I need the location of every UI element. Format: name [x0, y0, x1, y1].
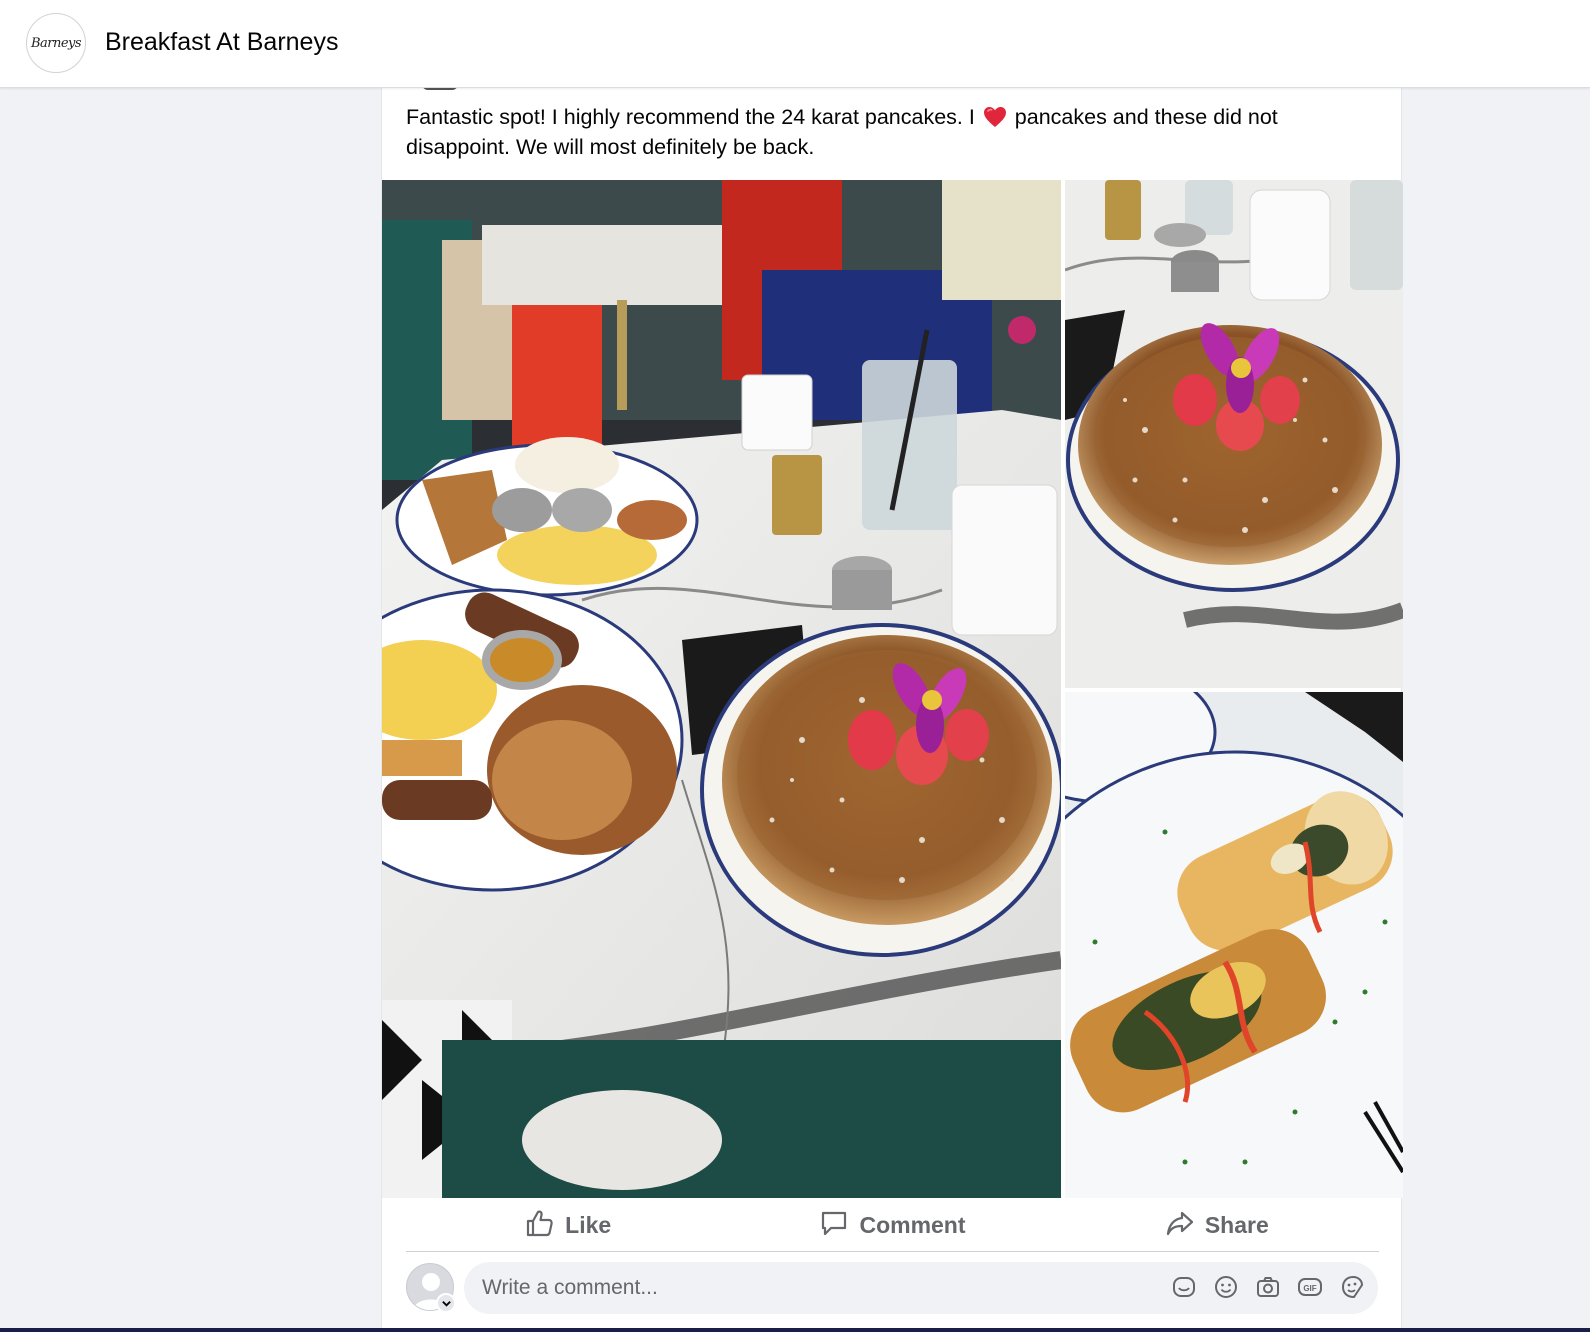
- post-card: Fantastic spot! I highly recommend the 2…: [381, 88, 1403, 1332]
- photo-grid: [382, 180, 1403, 1198]
- post-text-part-1: Fantastic spot! I highly recommend the 2…: [406, 105, 981, 129]
- egg-rolls-photo[interactable]: [1065, 692, 1403, 1198]
- comment-composer: GIF: [406, 1262, 1379, 1318]
- page-header: Barneys Breakfast At Barneys: [0, 0, 1590, 88]
- comment-bubble-icon: [819, 1208, 849, 1244]
- like-label: Like: [565, 1212, 612, 1238]
- avatar-sticker-icon[interactable]: [1339, 1274, 1365, 1300]
- share-button[interactable]: Share: [1055, 1202, 1379, 1250]
- page-logo: Barneys: [30, 35, 82, 51]
- post-actions: Like Comment Share: [406, 1200, 1379, 1252]
- pancakes-photo[interactable]: [1065, 180, 1403, 688]
- page-avatar[interactable]: Barneys: [26, 13, 86, 73]
- svg-text:GIF: GIF: [1303, 1284, 1316, 1293]
- share-label: Share: [1204, 1212, 1269, 1238]
- breakfast-table-photo[interactable]: [382, 180, 1061, 1198]
- page-title[interactable]: Breakfast At Barneys: [105, 28, 338, 57]
- sticker-icon[interactable]: [1171, 1274, 1197, 1300]
- post-text: Fantastic spot! I highly recommend the 2…: [406, 102, 1376, 162]
- window-bottom-edge: [0, 1328, 1590, 1332]
- camera-icon[interactable]: [1255, 1274, 1281, 1300]
- comment-label: Comment: [859, 1212, 966, 1238]
- like-button[interactable]: Like: [406, 1202, 730, 1250]
- share-arrow-icon: [1165, 1208, 1195, 1244]
- chevron-down-icon[interactable]: [436, 1293, 456, 1313]
- thumbs-up-icon: [525, 1208, 555, 1244]
- comment-tools: GIF: [1171, 1274, 1365, 1300]
- gif-icon[interactable]: GIF: [1297, 1274, 1323, 1300]
- emoji-icon[interactable]: [1213, 1274, 1239, 1300]
- comment-button[interactable]: Comment: [730, 1202, 1054, 1250]
- heart-icon: [983, 106, 1007, 128]
